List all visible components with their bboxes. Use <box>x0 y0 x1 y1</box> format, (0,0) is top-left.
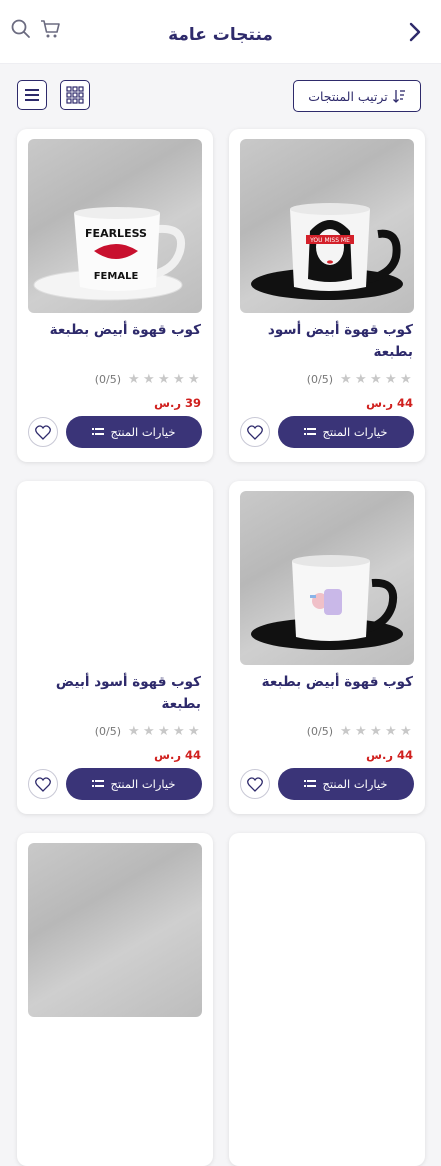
star-icon: ★ <box>385 371 397 387</box>
product-image[interactable] <box>240 843 414 1017</box>
product-card[interactable]: كوب قهوة أسود أبيض بطبعة (0/5) ★ ★ ★ ★ ★ 44 … <box>17 481 213 814</box>
product-name[interactable]: كوب قهوة أبيض أسود بطبعة <box>243 319 413 363</box>
chevron-right-icon[interactable] <box>405 20 425 44</box>
product-card[interactable]: YOU MISS ME كوب قهوة أبيض أسود بطبعة (0/… <box>229 129 425 462</box>
rating-count: (0/5) <box>94 724 121 738</box>
product-image[interactable]: FEARLESS FEMALE <box>28 139 202 313</box>
product-card[interactable]: FEARLESS FEMALE كوب قهوة أبيض بطبعة (0/5… <box>17 129 213 462</box>
search-icon[interactable] <box>10 18 32 40</box>
product-image[interactable] <box>28 843 202 1017</box>
wishlist-button[interactable] <box>240 769 270 799</box>
star-icon: ★ <box>128 371 140 387</box>
app-header: منتجات عامة <box>0 0 441 64</box>
mug-print-text-2: FEMALE <box>94 271 139 282</box>
product-card[interactable] <box>229 833 425 1166</box>
heart-icon <box>35 424 51 440</box>
sort-label: ترتيب المنتجات <box>308 88 388 104</box>
rating-count: (0/5) <box>306 372 333 386</box>
options-label: خيارات المنتج <box>110 777 176 791</box>
wishlist-button[interactable] <box>28 417 58 447</box>
product-price: 44 ر.س <box>154 748 201 762</box>
star-icon: ★ <box>188 371 200 387</box>
product-options-button[interactable]: خيارات المنتج <box>66 416 202 448</box>
heart-icon <box>247 776 263 792</box>
product-options-button[interactable]: خيارات المنتج <box>66 768 202 800</box>
star-icon: ★ <box>188 723 200 739</box>
mug-print-text-1: FEARLESS <box>85 227 147 240</box>
product-name[interactable]: كوب قهوة أبيض بطبعة <box>243 671 413 693</box>
page-title: منتجات عامة <box>168 24 273 45</box>
product-rating: (0/5) ★ ★ ★ ★ ★ <box>95 371 201 387</box>
star-icon: ★ <box>370 723 382 739</box>
options-icon <box>92 780 105 787</box>
product-name[interactable]: كوب قهوة أبيض بطبعة <box>31 319 201 341</box>
heart-icon <box>35 776 51 792</box>
product-rating: (0/5) ★ ★ ★ ★ ★ <box>307 371 413 387</box>
wishlist-button[interactable] <box>28 769 58 799</box>
grid-icon <box>66 86 84 104</box>
star-icon: ★ <box>143 371 155 387</box>
sort-icon <box>392 90 405 103</box>
product-card[interactable]: كوب قهوة أبيض بطبعة (0/5) ★ ★ ★ ★ ★ 44 ر.س خ… <box>229 481 425 814</box>
star-icon: ★ <box>355 371 367 387</box>
wishlist-button[interactable] <box>240 417 270 447</box>
product-rating: (0/5) ★ ★ ★ ★ ★ <box>307 723 413 739</box>
product-card[interactable] <box>17 833 213 1166</box>
star-icon: ★ <box>400 371 412 387</box>
product-price: 39 ر.س <box>154 396 201 410</box>
stars: ★ ★ ★ ★ ★ <box>128 373 201 386</box>
star-icon: ★ <box>400 723 412 739</box>
mug-print-text: YOU MISS ME <box>309 237 350 244</box>
options-icon <box>92 428 105 435</box>
star-icon: ★ <box>173 371 185 387</box>
cart-icon[interactable] <box>38 17 62 41</box>
star-icon: ★ <box>340 723 352 739</box>
star-icon: ★ <box>385 723 397 739</box>
product-price: 44 ر.س <box>366 748 413 762</box>
options-label: خيارات المنتج <box>322 425 388 439</box>
star-icon: ★ <box>370 371 382 387</box>
star-icon: ★ <box>128 723 140 739</box>
star-icon: ★ <box>173 723 185 739</box>
rating-count: (0/5) <box>94 372 121 386</box>
product-options-button[interactable]: خيارات المنتج <box>278 416 414 448</box>
list-view-button[interactable] <box>17 80 47 110</box>
star-icon: ★ <box>158 371 170 387</box>
heart-icon <box>247 424 263 440</box>
list-icon <box>25 89 39 101</box>
mug-image <box>251 555 403 650</box>
options-icon <box>304 780 317 787</box>
star-icon: ★ <box>143 723 155 739</box>
product-rating: (0/5) ★ ★ ★ ★ ★ <box>95 723 201 739</box>
stars: ★ ★ ★ ★ ★ <box>340 373 413 386</box>
star-icon: ★ <box>340 371 352 387</box>
mug-image: FEARLESS FEMALE <box>33 207 185 301</box>
stars: ★ ★ ★ ★ ★ <box>128 725 201 738</box>
product-name[interactable]: كوب قهوة أسود أبيض بطبعة <box>31 671 201 715</box>
product-image[interactable] <box>28 491 202 665</box>
mug-image: YOU MISS ME <box>251 203 403 300</box>
product-image[interactable] <box>240 491 414 665</box>
product-options-button[interactable]: خيارات المنتج <box>278 768 414 800</box>
product-image[interactable]: YOU MISS ME <box>240 139 414 313</box>
options-label: خيارات المنتج <box>322 777 388 791</box>
star-icon: ★ <box>355 723 367 739</box>
star-icon: ★ <box>158 723 170 739</box>
product-price: 44 ر.س <box>366 396 413 410</box>
grid-view-button[interactable] <box>60 80 90 110</box>
sort-button[interactable]: ترتيب المنتجات <box>293 80 421 112</box>
rating-count: (0/5) <box>306 724 333 738</box>
options-icon <box>304 428 317 435</box>
options-label: خيارات المنتج <box>110 425 176 439</box>
stars: ★ ★ ★ ★ ★ <box>340 725 413 738</box>
toolbar: ترتيب المنتجات <box>0 64 441 126</box>
